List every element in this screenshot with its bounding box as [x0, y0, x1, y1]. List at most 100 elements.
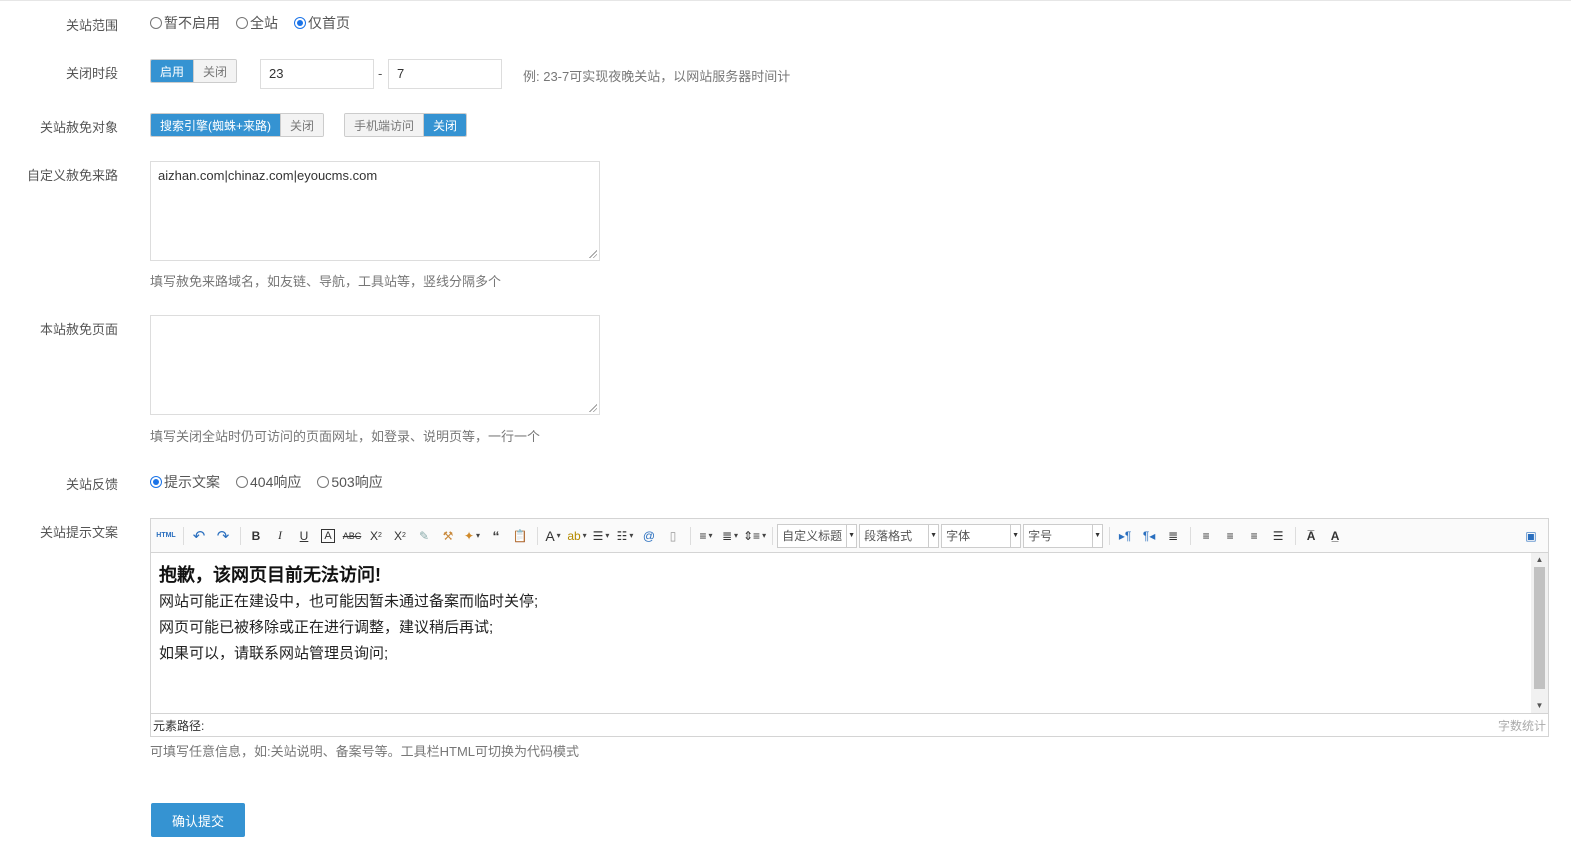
- highlight-color-icon[interactable]: ab ▾: [566, 525, 588, 547]
- ordered-list-icon[interactable]: ☰ ▾: [590, 525, 612, 547]
- search-engine-on[interactable]: 搜索引擎(蜘蛛+来路): [151, 114, 281, 136]
- strikethrough-icon[interactable]: ABC: [341, 525, 363, 547]
- custom-referrers-textarea[interactable]: aizhan.com|chinaz.com|eyoucms.com: [150, 161, 600, 261]
- editor-toolbar: HTML ↶ ↷ B I U A ABC X2 X2 ✎ ⚒ ✦ ▾ “ 📋 A ▾…: [151, 519, 1548, 553]
- close-scope-option-disabled[interactable]: 暂不启用: [150, 13, 220, 33]
- page-break-icon[interactable]: ▯: [662, 525, 684, 547]
- chevron-down-icon: ▼: [846, 524, 856, 547]
- line-height-icon[interactable]: ⇕≡ ▾: [743, 525, 766, 547]
- eraser-icon[interactable]: ✎: [413, 525, 435, 547]
- toolbar-divider: [537, 526, 538, 545]
- scroll-down-icon[interactable]: ▼: [1531, 699, 1548, 713]
- close-scope-option-home[interactable]: 仅首页: [294, 13, 350, 33]
- redo-icon[interactable]: ↷: [212, 525, 234, 547]
- feedback-option-text[interactable]: 提示文案: [150, 472, 220, 492]
- radio-icon[interactable]: [236, 476, 248, 488]
- radio-icon[interactable]: [317, 476, 330, 488]
- exempt-targets-label: 关站赦免对象: [39, 120, 118, 135]
- format-brush-icon[interactable]: ⚒: [437, 525, 459, 547]
- notice-line: 如果可以，请联系网站管理员询问;: [159, 645, 389, 662]
- uppercase-icon[interactable]: A̅: [1300, 525, 1322, 547]
- lowercase-icon[interactable]: A̲: [1324, 525, 1346, 547]
- close-period-off[interactable]: 关闭: [193, 60, 237, 82]
- toolbar-divider: [1109, 526, 1111, 545]
- chevron-down-icon: ▼: [1092, 524, 1102, 547]
- undo-icon[interactable]: ↶: [188, 525, 210, 547]
- radio-icon[interactable]: [150, 17, 162, 29]
- exempt-pages-hint: 填写关闭全站时仍可访问的页面网址，如登录、说明页等，一行一个: [150, 429, 541, 444]
- scrollbar-thumb[interactable]: [1534, 567, 1545, 689]
- superscript-icon[interactable]: X2: [365, 525, 387, 547]
- anchor-icon[interactable]: @: [638, 525, 660, 547]
- close-period-label: 关闭时段: [65, 66, 118, 81]
- fullscreen-icon[interactable]: ▣: [1520, 525, 1542, 547]
- font-size-select[interactable]: 字号 ▼: [1023, 523, 1104, 548]
- scroll-up-icon[interactable]: ▲: [1531, 553, 1548, 567]
- align-right-icon[interactable]: ≡: [1243, 525, 1265, 547]
- font-color-icon[interactable]: A ▾: [542, 525, 564, 547]
- feedback-radios: 提示文案 404响应 503响应: [150, 472, 383, 492]
- mobile-toggle[interactable]: 手机端访问 关闭: [344, 113, 468, 137]
- feedback-option-503[interactable]: 503响应: [317, 472, 383, 492]
- rich-text-editor: HTML ↶ ↷ B I U A ABC X2 X2 ✎ ⚒ ✦ ▾ “ 📋 A ▾…: [150, 518, 1549, 737]
- ltr-direction-icon[interactable]: ▸¶: [1114, 525, 1136, 547]
- notice-label: 关站提示文案: [39, 525, 118, 540]
- close-scope-radios: 暂不启用 全站 仅首页: [150, 13, 350, 33]
- subscript-icon[interactable]: X2: [389, 525, 411, 547]
- close-scope-label: 关站范围: [65, 18, 118, 33]
- align-left-icon[interactable]: ≡: [1195, 525, 1217, 547]
- toolbar-divider: [772, 526, 774, 545]
- custom-heading-select[interactable]: 自定义标题 ▼: [777, 523, 858, 548]
- close-scope-option-all[interactable]: 全站: [236, 13, 278, 33]
- notice-line: 网页可能已被移除或正在进行调整，建议稍后再试;: [159, 619, 494, 636]
- notice-hint: 可填写任意信息，如:关站说明、备案号等。工具栏HTML可切换为代码模式: [150, 744, 580, 759]
- bold-icon[interactable]: B: [245, 525, 267, 547]
- paste-text-icon[interactable]: 📋: [509, 525, 531, 547]
- editor-scrollbar[interactable]: ▲ ▼: [1531, 553, 1548, 713]
- radio-icon[interactable]: [236, 17, 248, 29]
- close-period-separator: -: [378, 66, 383, 81]
- search-engine-toggle[interactable]: 搜索引擎(蜘蛛+来路) 关闭: [150, 113, 325, 137]
- element-path: 元素路径:: [153, 718, 205, 733]
- indent-icon[interactable]: ≣: [1162, 525, 1184, 547]
- toolbar-divider: [1190, 526, 1192, 545]
- row-spacing-bottom-icon[interactable]: ≣ ▾: [719, 525, 741, 547]
- html-source-button[interactable]: HTML: [155, 525, 177, 547]
- underline-icon[interactable]: U: [293, 525, 315, 547]
- top-divider: [0, 0, 1571, 3]
- custom-referrers-value: aizhan.com|chinaz.com|eyoucms.com: [158, 168, 378, 183]
- paragraph-format-select[interactable]: 段落格式 ▼: [859, 523, 940, 548]
- resize-handle[interactable]: [589, 404, 597, 412]
- exempt-pages-label: 本站赦免页面: [39, 322, 118, 337]
- editor-content[interactable]: 抱歉，该网页目前无法访问! 网站可能正在建设中，也可能因暂未通过备案而临时关停;…: [151, 553, 1548, 713]
- mobile-off[interactable]: 关闭: [423, 114, 467, 136]
- exempt-pages-textarea[interactable]: [150, 315, 600, 415]
- resize-handle[interactable]: [589, 250, 597, 258]
- close-period-on[interactable]: 启用: [151, 60, 194, 82]
- chevron-down-icon: ▼: [1010, 524, 1020, 547]
- submit-button[interactable]: 确认提交: [151, 803, 245, 837]
- unordered-list-icon[interactable]: ☷ ▾: [614, 525, 636, 547]
- custom-referrers-label: 自定义赦免来路: [26, 168, 118, 183]
- auto-format-icon[interactable]: ✦ ▾: [461, 525, 483, 547]
- close-period-start-input[interactable]: 23: [260, 59, 374, 89]
- border-text-icon[interactable]: A: [317, 525, 339, 547]
- rtl-direction-icon[interactable]: ¶◂: [1138, 525, 1160, 547]
- close-period-toggle[interactable]: 启用 关闭: [150, 59, 238, 83]
- italic-icon[interactable]: I: [269, 525, 291, 547]
- blockquote-icon[interactable]: “: [485, 525, 507, 547]
- search-engine-off[interactable]: 关闭: [280, 114, 324, 136]
- font-family-select[interactable]: 字体 ▼: [941, 523, 1022, 548]
- radio-checked-icon[interactable]: [294, 17, 306, 29]
- align-justify-icon[interactable]: ☰: [1267, 525, 1289, 547]
- notice-heading: 抱歉，该网页目前无法访问!: [159, 565, 381, 585]
- row-spacing-top-icon[interactable]: ≡ ▾: [695, 525, 717, 547]
- feedback-option-404[interactable]: 404响应: [236, 472, 301, 492]
- editor-statusbar: 元素路径: 字数统计: [151, 713, 1548, 736]
- radio-checked-icon[interactable]: [150, 476, 162, 488]
- mobile-on[interactable]: 手机端访问: [345, 114, 424, 136]
- word-count: 字数统计: [1497, 718, 1546, 733]
- close-period-end-input[interactable]: 7: [388, 59, 502, 89]
- align-center-icon[interactable]: ≡: [1219, 525, 1241, 547]
- toolbar-divider: [690, 526, 691, 545]
